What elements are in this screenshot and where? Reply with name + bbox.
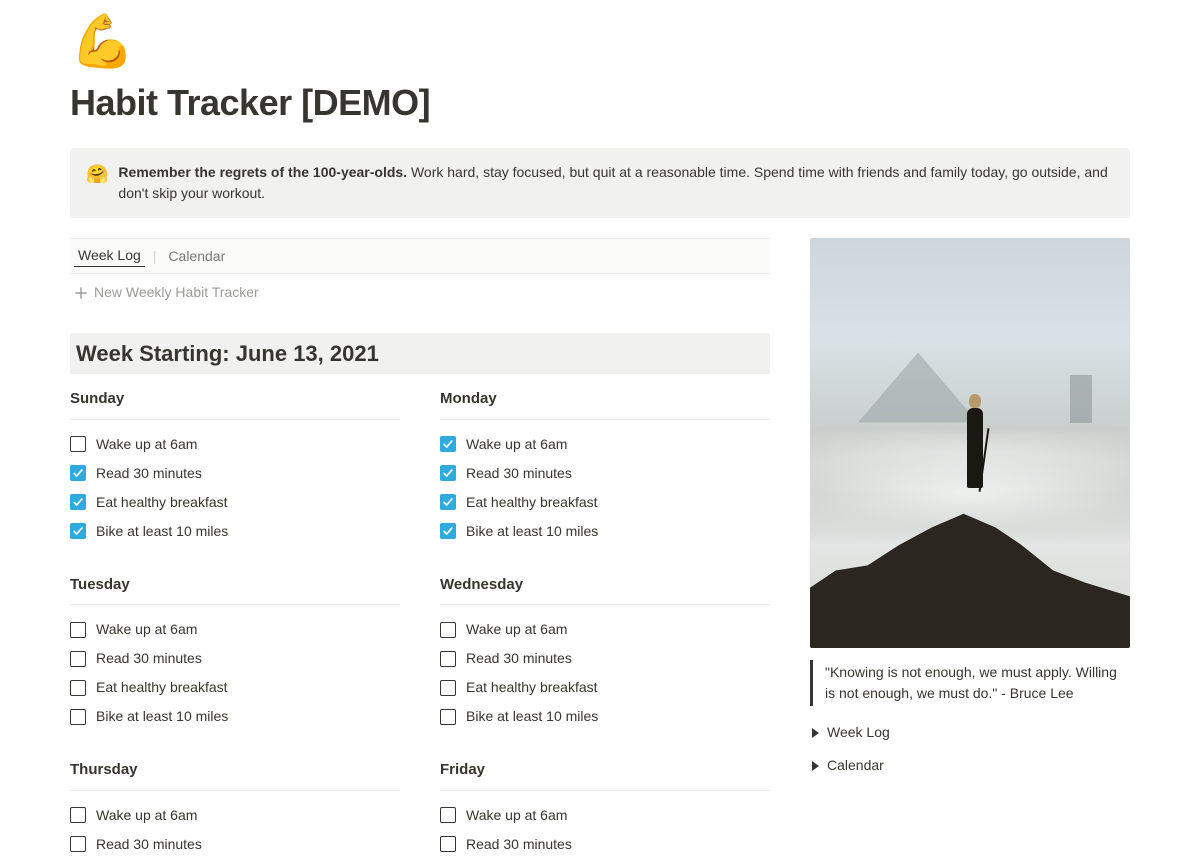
view-tabs: Week Log | Calendar [70, 238, 770, 274]
plus-icon [74, 286, 88, 300]
habit-checkbox[interactable] [440, 622, 456, 638]
day-title: Monday [440, 388, 770, 420]
habit-checkbox[interactable] [70, 680, 86, 696]
habit-checkbox[interactable] [70, 436, 86, 452]
habit-checkbox[interactable] [440, 523, 456, 539]
wanderer-painting [810, 238, 1130, 648]
habit-row: Eat healthy breakfast [70, 673, 400, 702]
habit-label: Eat healthy breakfast [466, 492, 598, 513]
habit-label: Read 30 minutes [96, 463, 202, 484]
habit-label: Read 30 minutes [466, 834, 572, 855]
day-title: Wednesday [440, 574, 770, 606]
habit-checkbox[interactable] [70, 523, 86, 539]
page-title: Habit Tracker [DEMO] [70, 76, 1130, 130]
habit-label: Bike at least 10 miles [96, 706, 228, 727]
habit-checkbox[interactable] [440, 651, 456, 667]
habit-row: Wake up at 6am [70, 615, 400, 644]
callout-icon: 🤗 [86, 162, 108, 204]
habit-label: Bike at least 10 miles [96, 521, 228, 542]
habit-row: Wake up at 6am [440, 430, 770, 459]
habit-checkbox[interactable] [70, 709, 86, 725]
habit-label: Read 30 minutes [96, 648, 202, 669]
tab-calendar[interactable]: Calendar [164, 246, 229, 267]
habit-label: Wake up at 6am [96, 805, 197, 826]
habit-row: Bike at least 10 miles [70, 702, 400, 731]
page-icon[interactable]: 💪 [70, 16, 1130, 68]
habit-label: Wake up at 6am [466, 619, 567, 640]
habit-checkbox[interactable] [440, 709, 456, 725]
habit-checkbox[interactable] [440, 836, 456, 852]
day-block-friday: Friday Wake up at 6am Read 30 minutes [440, 759, 770, 859]
habit-label: Read 30 minutes [96, 834, 202, 855]
toggle-week-log-label: Week Log [827, 722, 890, 743]
habit-label: Read 30 minutes [466, 463, 572, 484]
habit-label: Eat healthy breakfast [466, 677, 598, 698]
habit-label: Bike at least 10 miles [466, 521, 598, 542]
habit-row: Eat healthy breakfast [440, 488, 770, 517]
habit-checkbox[interactable] [70, 807, 86, 823]
callout-bold: Remember the regrets of the 100-year-old… [118, 164, 407, 180]
habit-row: Bike at least 10 miles [440, 517, 770, 546]
triangle-icon [812, 728, 819, 738]
habit-label: Wake up at 6am [466, 805, 567, 826]
habit-checkbox[interactable] [70, 622, 86, 638]
quote-block: "Knowing is not enough, we must apply. W… [810, 660, 1130, 706]
habit-row: Wake up at 6am [70, 801, 400, 830]
habit-checkbox[interactable] [440, 465, 456, 481]
habit-row: Wake up at 6am [440, 801, 770, 830]
day-block-tuesday: Tuesday Wake up at 6am Read 30 minutes Eat … [70, 574, 400, 732]
habit-label: Wake up at 6am [96, 434, 197, 455]
toggle-week-log[interactable]: Week Log [810, 716, 1130, 749]
habit-row: Wake up at 6am [70, 430, 400, 459]
day-block-thursday: Thursday Wake up at 6am Read 30 minutes [70, 759, 400, 859]
habit-row: Eat healthy breakfast [70, 488, 400, 517]
habit-checkbox[interactable] [70, 651, 86, 667]
habit-row: Read 30 minutes [440, 644, 770, 673]
habit-row: Bike at least 10 miles [70, 517, 400, 546]
callout-text: Remember the regrets of the 100-year-old… [118, 162, 1114, 204]
habit-checkbox[interactable] [70, 494, 86, 510]
habit-row: Eat healthy breakfast [440, 673, 770, 702]
habit-checkbox[interactable] [440, 807, 456, 823]
day-block-wednesday: Wednesday Wake up at 6am Read 30 minutes Ea… [440, 574, 770, 732]
habit-label: Read 30 minutes [466, 648, 572, 669]
habit-row: Bike at least 10 miles [440, 702, 770, 731]
day-title: Sunday [70, 388, 400, 420]
day-title: Tuesday [70, 574, 400, 606]
habit-label: Wake up at 6am [96, 619, 197, 640]
day-block-monday: Monday Wake up at 6am Read 30 minutes Eat h… [440, 388, 770, 546]
habit-label: Bike at least 10 miles [466, 706, 598, 727]
habit-checkbox[interactable] [70, 836, 86, 852]
callout: 🤗 Remember the regrets of the 100-year-o… [70, 148, 1130, 218]
toggle-calendar[interactable]: Calendar [810, 749, 1130, 782]
habit-checkbox[interactable] [440, 680, 456, 696]
habit-row: Read 30 minutes [440, 459, 770, 488]
day-title: Thursday [70, 759, 400, 791]
triangle-icon [812, 761, 819, 771]
day-block-sunday: Sunday Wake up at 6am Read 30 minutes Eat h… [70, 388, 400, 546]
habit-row: Read 30 minutes [70, 644, 400, 673]
habit-label: Eat healthy breakfast [96, 492, 228, 513]
habit-row: Wake up at 6am [440, 615, 770, 644]
new-weekly-tracker-button[interactable]: New Weekly Habit Tracker [70, 274, 770, 311]
habit-row: Read 30 minutes [70, 459, 400, 488]
habit-label: Wake up at 6am [466, 434, 567, 455]
habit-label: Eat healthy breakfast [96, 677, 228, 698]
habit-checkbox[interactable] [440, 436, 456, 452]
tab-week-log[interactable]: Week Log [74, 245, 145, 267]
toggle-calendar-label: Calendar [827, 755, 884, 776]
tab-separator: | [153, 246, 157, 267]
day-title: Friday [440, 759, 770, 791]
habit-row: Read 30 minutes [70, 830, 400, 859]
habit-checkbox[interactable] [440, 494, 456, 510]
habit-checkbox[interactable] [70, 465, 86, 481]
new-weekly-tracker-label: New Weekly Habit Tracker [94, 282, 259, 303]
habit-row: Read 30 minutes [440, 830, 770, 859]
week-heading: Week Starting: June 13, 2021 [70, 333, 770, 374]
